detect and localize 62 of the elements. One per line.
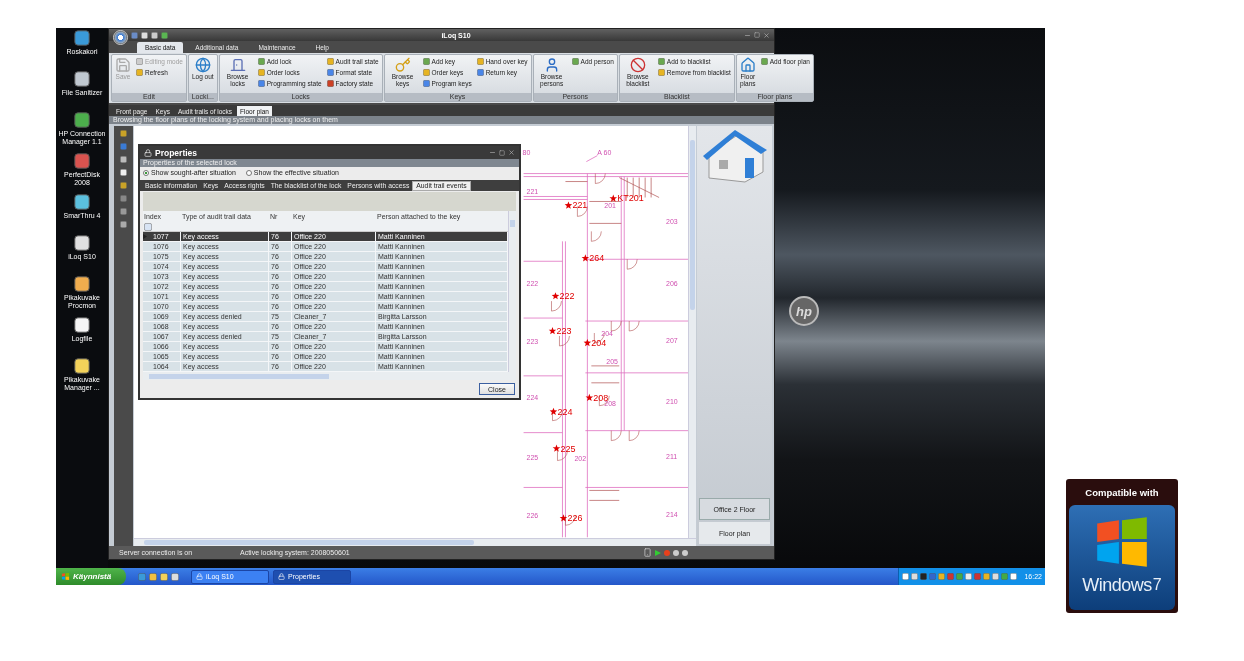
version-number: 7 bbox=[1152, 576, 1162, 594]
horizontal-scrollbar[interactable] bbox=[143, 372, 516, 380]
star-icon[interactable] bbox=[559, 514, 568, 522]
prohibition-icon bbox=[629, 57, 646, 73]
status-light bbox=[682, 549, 688, 556]
logo: hp bbox=[789, 296, 819, 326]
ribbon-icon bbox=[760, 58, 768, 65]
program-icon bbox=[74, 276, 90, 292]
phone-icon bbox=[643, 548, 652, 557]
lock-label[interactable]: 264 bbox=[589, 253, 605, 264]
vertical-scrollbar[interactable] bbox=[508, 211, 516, 372]
lock-label[interactable]: 225 bbox=[560, 443, 576, 454]
program-icon bbox=[74, 317, 90, 333]
lock-label[interactable]: 204 bbox=[591, 337, 607, 348]
dialog-title: Properties bbox=[155, 147, 199, 158]
lock-label[interactable]: 222 bbox=[559, 291, 575, 302]
lock-label[interactable]: 221 bbox=[572, 200, 588, 211]
maximize-icon[interactable] bbox=[499, 149, 505, 156]
star-icon[interactable] bbox=[564, 201, 573, 209]
status-light bbox=[673, 549, 679, 556]
star-icon[interactable] bbox=[549, 407, 558, 415]
program-icon bbox=[74, 235, 90, 251]
star-icon[interactable] bbox=[609, 194, 618, 202]
lock-label[interactable]: 226 bbox=[567, 513, 583, 524]
close-icon[interactable] bbox=[763, 31, 770, 39]
star-icon[interactable] bbox=[583, 339, 592, 347]
door-icon bbox=[229, 57, 246, 73]
radio-button[interactable] bbox=[245, 169, 252, 176]
lock-icon bbox=[196, 573, 203, 580]
filter-icon bbox=[144, 222, 152, 231]
star-icon[interactable] bbox=[552, 444, 561, 452]
lock-icon bbox=[278, 573, 285, 580]
program-icon bbox=[74, 358, 90, 374]
play-icon bbox=[655, 549, 661, 556]
program-icon bbox=[74, 153, 90, 169]
house-icon bbox=[739, 57, 756, 73]
vertical-scrollbar[interactable] bbox=[688, 126, 696, 538]
globe-icon bbox=[194, 57, 211, 73]
program-icon bbox=[74, 71, 90, 87]
program-icon bbox=[74, 112, 90, 128]
ribbon-icon bbox=[571, 58, 579, 65]
lock-label[interactable]: 223 bbox=[556, 326, 572, 336]
app-menu-button[interactable] bbox=[113, 30, 128, 45]
close-icon[interactable] bbox=[508, 149, 515, 156]
maximize-icon[interactable] bbox=[754, 32, 760, 38]
key-icon bbox=[394, 57, 411, 73]
lock-label[interactable]: 224 bbox=[557, 406, 573, 417]
minimize-icon[interactable] bbox=[489, 149, 496, 156]
row-pointer-icon bbox=[143, 234, 147, 239]
badge-heading: Compatible with bbox=[1084, 485, 1160, 500]
program-icon bbox=[74, 194, 90, 210]
lock-label[interactable]: KT201 bbox=[617, 193, 644, 204]
star-icon[interactable] bbox=[548, 327, 557, 335]
program-icon bbox=[74, 30, 90, 46]
star-icon[interactable] bbox=[581, 254, 590, 262]
product-name: Windows bbox=[1082, 575, 1152, 596]
status-light bbox=[664, 549, 670, 556]
flag-icon bbox=[61, 572, 70, 581]
star-icon[interactable] bbox=[585, 393, 594, 401]
star-icon[interactable] bbox=[551, 292, 560, 300]
radio-button[interactable] bbox=[143, 169, 149, 176]
lock-icon bbox=[144, 148, 152, 157]
